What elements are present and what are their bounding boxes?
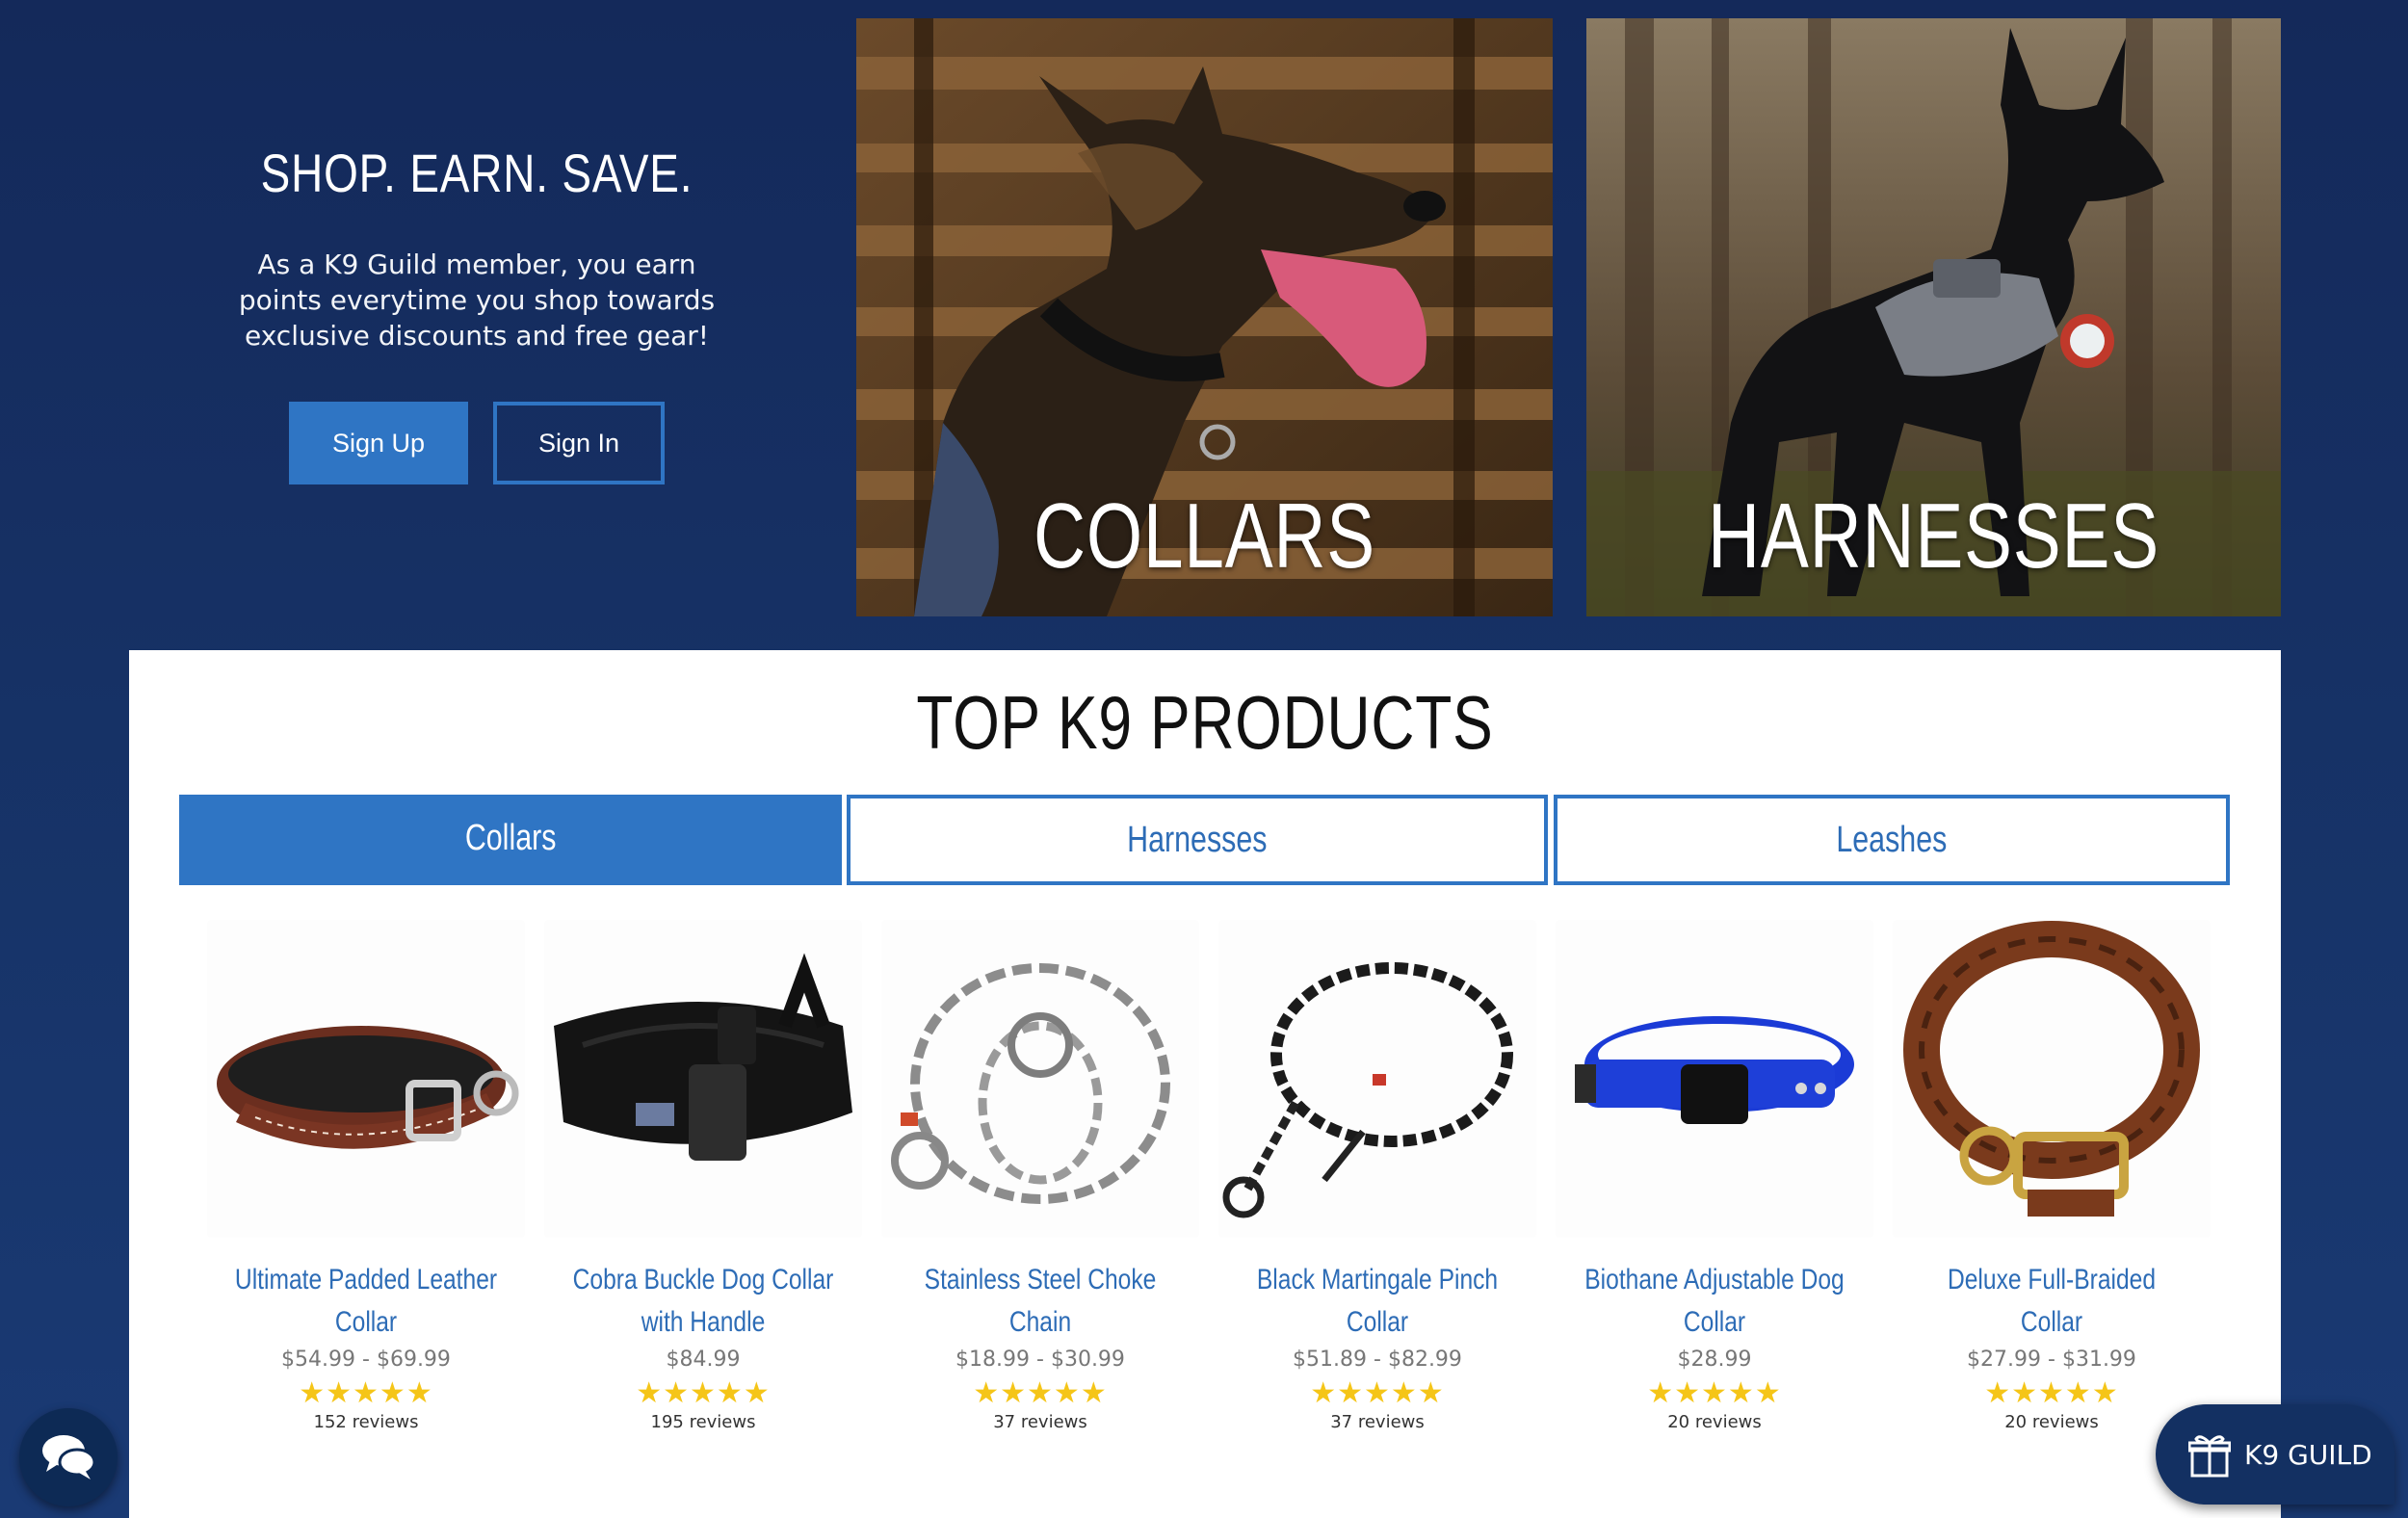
promo-buttons: Sign Up Sign In bbox=[144, 402, 809, 484]
product-card: Biothane Adjustable Dog Collar $28.99 ★★… bbox=[1551, 920, 1878, 1432]
star-rating: ★★★★★ bbox=[299, 1376, 433, 1410]
top-products-panel: TOP K9 PRODUCTS Collars Harnesses Leashe… bbox=[129, 650, 2281, 1518]
tab-leashes-label: Leashes bbox=[1836, 819, 1948, 860]
product-image[interactable] bbox=[1218, 920, 1536, 1238]
product-image[interactable] bbox=[1556, 920, 1873, 1238]
product-price: $84.99 bbox=[666, 1348, 741, 1372]
product-price: $54.99 - $69.99 bbox=[281, 1348, 451, 1372]
chat-bubbles-icon bbox=[42, 1435, 96, 1479]
review-count: 152 reviews bbox=[313, 1412, 419, 1432]
harnesses-tile-label: HARNESSES bbox=[1708, 484, 2159, 588]
sign-up-button[interactable]: Sign Up bbox=[289, 402, 468, 484]
star-rating: ★★★★★ bbox=[1984, 1376, 2119, 1410]
promo-text: As a K9 Guild member, you earn points ev… bbox=[238, 249, 716, 352]
cobra-collar-image bbox=[554, 953, 852, 1161]
category-tile-harnesses[interactable]: HARNESSES bbox=[1586, 18, 2281, 616]
rewards-promo: SHOP. EARN. SAVE. As a K9 Guild member, … bbox=[144, 135, 809, 484]
product-image[interactable] bbox=[1893, 920, 2211, 1238]
gift-icon bbox=[2188, 1435, 2231, 1478]
biothane-collar-image bbox=[1575, 1016, 1854, 1124]
pinch-collar-image bbox=[1222, 962, 1513, 1218]
star-rating: ★★★★★ bbox=[1310, 1376, 1445, 1410]
product-card: Ultimate Padded Leather Collar $54.99 - … bbox=[202, 920, 530, 1432]
product-price: $27.99 - $31.99 bbox=[1967, 1348, 2136, 1372]
collars-tile-label: COLLARS bbox=[1033, 484, 1376, 588]
top-products-title: TOP K9 PRODUCTS bbox=[916, 680, 1494, 765]
product-card: Deluxe Full-Braided Collar $27.99 - $31.… bbox=[1888, 920, 2215, 1432]
product-name-link[interactable]: Ultimate Padded Leather Collar bbox=[202, 1259, 530, 1344]
sign-in-button[interactable]: Sign In bbox=[493, 402, 665, 484]
product-price: $51.89 - $82.99 bbox=[1293, 1348, 1462, 1372]
leather-collar-image bbox=[217, 1026, 519, 1149]
k9-guild-rewards-button[interactable]: K9 GUILD bbox=[2156, 1404, 2395, 1505]
product-tabs: Collars Harnesses Leashes bbox=[179, 795, 2358, 885]
product-image[interactable] bbox=[544, 920, 862, 1238]
product-name-link[interactable]: Deluxe Full-Braided Collar bbox=[1888, 1259, 2215, 1344]
product-price: $28.99 bbox=[1677, 1348, 1752, 1372]
product-name-link[interactable]: Cobra Buckle Dog Collar with Handle bbox=[539, 1259, 867, 1344]
tab-leashes[interactable]: Leashes bbox=[1554, 795, 2230, 885]
tab-collars-label: Collars bbox=[464, 817, 557, 858]
category-tile-collars[interactable]: COLLARS bbox=[856, 18, 1553, 616]
review-count: 37 reviews bbox=[1330, 1412, 1425, 1432]
product-card: Black Martingale Pinch Collar $51.89 - $… bbox=[1214, 920, 1541, 1432]
tab-collars[interactable]: Collars bbox=[179, 795, 842, 885]
braided-collar-image bbox=[1903, 921, 2200, 1217]
review-count: 37 reviews bbox=[993, 1412, 1087, 1432]
star-rating: ★★★★★ bbox=[973, 1376, 1108, 1410]
review-count: 195 reviews bbox=[650, 1412, 756, 1432]
product-name-link[interactable]: Biothane Adjustable Dog Collar bbox=[1551, 1259, 1878, 1344]
tab-harnesses-label: Harnesses bbox=[1127, 819, 1268, 860]
product-name-link[interactable]: Black Martingale Pinch Collar bbox=[1214, 1259, 1541, 1344]
product-price: $18.99 - $30.99 bbox=[955, 1348, 1125, 1372]
promo-title: SHOP. EARN. SAVE. bbox=[260, 143, 694, 203]
product-card: Stainless Steel Choke Chain $18.99 - $30… bbox=[877, 920, 1204, 1432]
choke-chain-image bbox=[891, 963, 1170, 1204]
product-name-link[interactable]: Stainless Steel Choke Chain bbox=[877, 1259, 1204, 1344]
tab-harnesses[interactable]: Harnesses bbox=[847, 795, 1548, 885]
product-card: Cobra Buckle Dog Collar with Handle $84.… bbox=[539, 920, 867, 1432]
chat-button[interactable] bbox=[19, 1408, 118, 1506]
product-image[interactable] bbox=[881, 920, 1199, 1238]
k9-guild-label: K9 GUILD bbox=[2244, 1438, 2372, 1471]
star-rating: ★★★★★ bbox=[636, 1376, 771, 1410]
review-count: 20 reviews bbox=[1667, 1412, 1762, 1432]
product-image[interactable] bbox=[207, 920, 525, 1238]
star-rating: ★★★★★ bbox=[1647, 1376, 1782, 1410]
